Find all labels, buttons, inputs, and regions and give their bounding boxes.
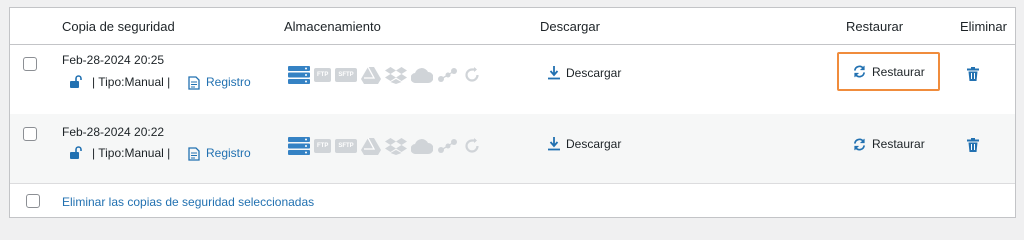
table-footer: Eliminar las copias de seguridad selecci… (10, 183, 1015, 220)
backup-type: | Tipo:Manual | (92, 75, 171, 89)
refresh-circle-icon (465, 67, 479, 82)
registro-link[interactable]: Registro (206, 146, 251, 160)
refresh-circle-icon (465, 138, 479, 153)
download-icon (548, 66, 560, 80)
backup-date: Feb-28-2024 20:22 (62, 125, 165, 139)
ftp-icon: FTP (314, 68, 332, 82)
row-checkbox[interactable] (23, 57, 37, 71)
storage-icons: FTP SFTP (288, 66, 481, 84)
restore-icon (854, 138, 865, 150)
download-label: Descargar (566, 137, 622, 151)
col-restaurar: Restaurar (846, 19, 904, 34)
cloud-network-icon (437, 68, 457, 82)
server-icon (288, 66, 310, 84)
sftp-icon: SFTP (335, 68, 357, 82)
trash-icon[interactable] (967, 67, 979, 81)
table-row: Feb-28-2024 20:25 | Tipo:Manual | Regist… (10, 44, 1015, 114)
table-row: Feb-28-2024 20:22 | Tipo:Manual | Regist… (10, 114, 1015, 184)
cloud-icon (410, 68, 433, 83)
google-drive-icon (360, 137, 381, 155)
server-icon (288, 137, 310, 155)
registro-link[interactable]: Registro (206, 75, 251, 89)
col-copia: Copia de seguridad (62, 19, 175, 34)
download-button[interactable]: Descargar (548, 66, 621, 80)
download-label: Descargar (566, 66, 622, 80)
document-icon[interactable] (188, 147, 200, 161)
storage-icons: FTP SFTP (288, 137, 481, 155)
cloud-icon (410, 139, 433, 154)
select-all-checkbox[interactable] (26, 194, 40, 208)
col-eliminar: Eliminar (960, 19, 1007, 34)
restore-button[interactable]: Restaurar (853, 137, 925, 151)
unlock-icon[interactable] (69, 146, 83, 160)
restore-label: Restaurar (872, 64, 925, 79)
dropbox-icon (384, 137, 407, 155)
google-drive-icon (360, 66, 381, 84)
col-descargar: Descargar (540, 19, 600, 34)
backups-table: Copia de seguridad Almacenamiento Descar… (9, 7, 1016, 218)
download-button[interactable]: Descargar (548, 137, 621, 151)
cloud-network-icon (437, 139, 457, 153)
backup-type: | Tipo:Manual | (92, 146, 171, 160)
ftp-icon: FTP (314, 139, 332, 153)
restore-icon (854, 65, 865, 78)
unlock-icon[interactable] (69, 75, 83, 89)
bulk-delete-link[interactable]: Eliminar las copias de seguridad selecci… (62, 195, 314, 209)
backup-date: Feb-28-2024 20:25 (62, 53, 165, 67)
sftp-icon: SFTP (335, 139, 357, 153)
download-icon (548, 137, 560, 151)
document-icon[interactable] (188, 76, 200, 90)
trash-icon[interactable] (967, 138, 979, 152)
dropbox-icon (384, 66, 407, 84)
restore-button[interactable]: Restaurar (837, 52, 940, 91)
row-checkbox[interactable] (23, 127, 37, 141)
restore-label: Restaurar (872, 137, 925, 151)
col-almacenamiento: Almacenamiento (284, 19, 381, 34)
table-header: Copia de seguridad Almacenamiento Descar… (10, 8, 1015, 45)
